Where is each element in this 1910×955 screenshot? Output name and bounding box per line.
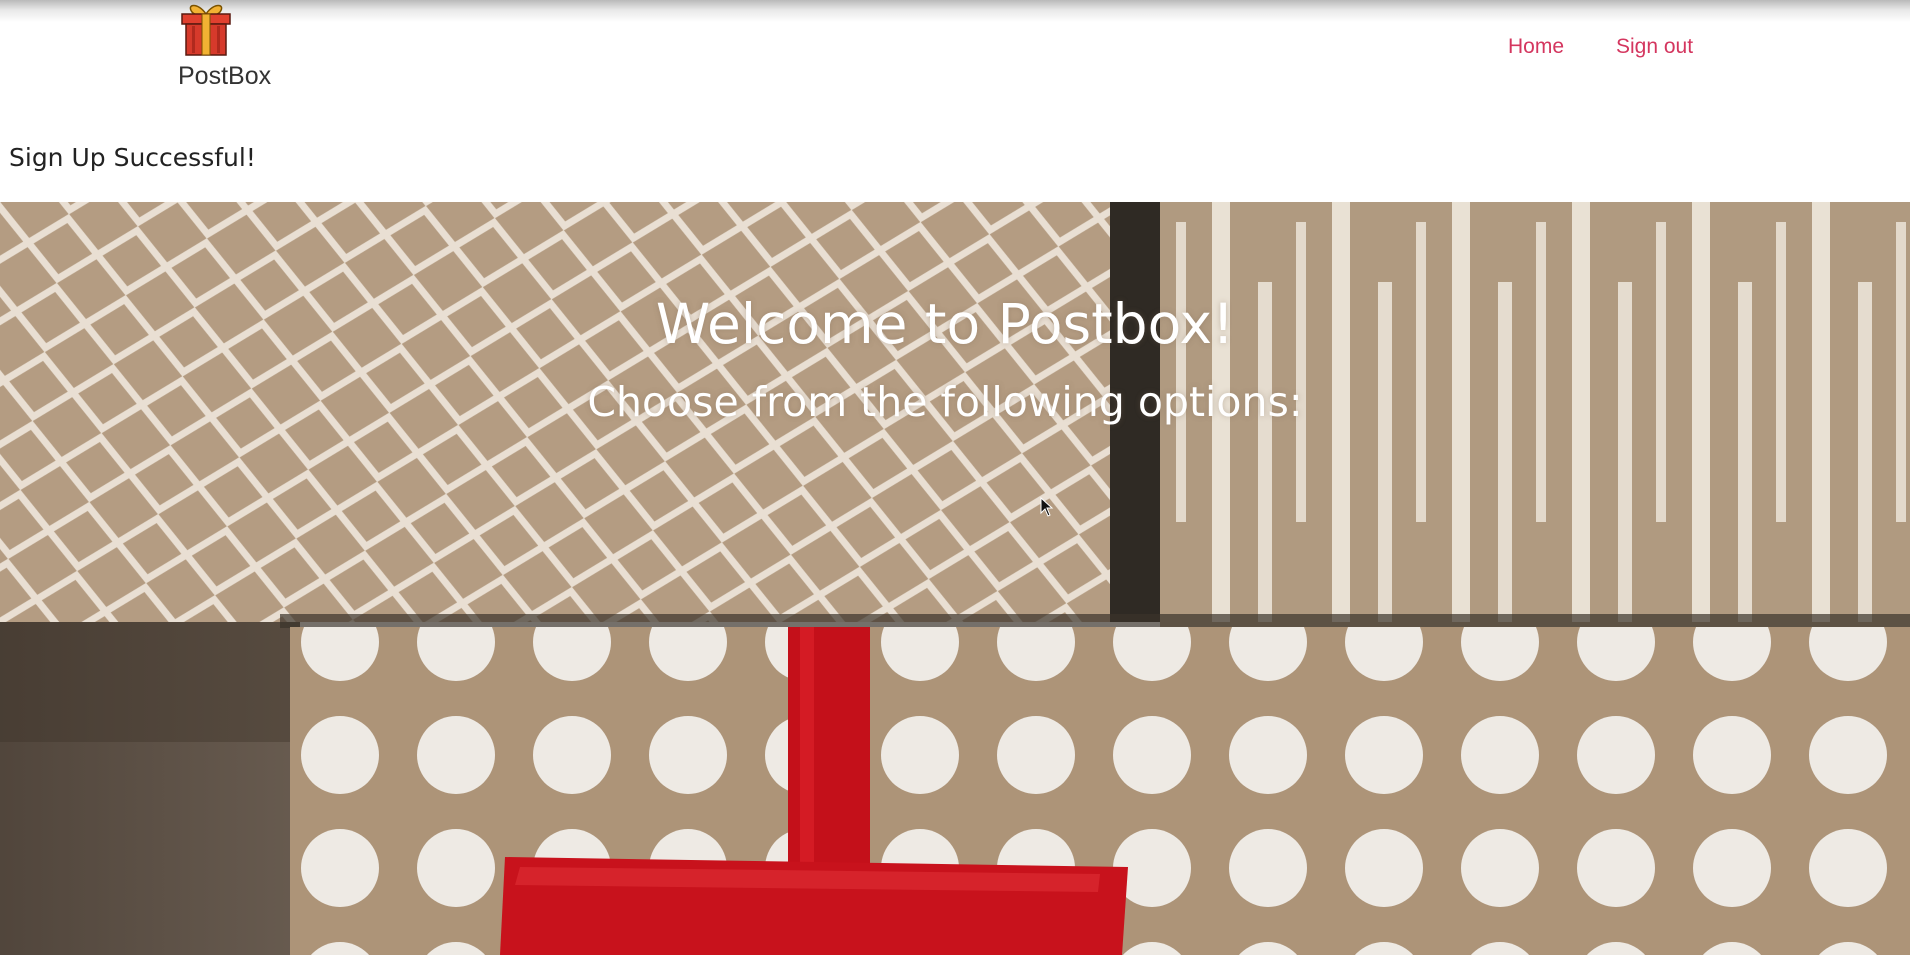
flash-message: Sign Up Successful! [9,143,256,172]
hero-title: Welcome to Postbox! [655,292,1235,356]
nav-home-link[interactable]: Home [1508,35,1564,59]
brand-name[interactable]: PostBox [178,62,271,91]
hero-banner: Welcome to Postbox! Choose from the foll… [0,202,1910,955]
hero-subtitle: Choose from the following options: [587,378,1303,426]
navbar: PostBox Home Sign out [0,0,1910,108]
gift-icon [176,0,236,58]
nav-signout-link[interactable]: Sign out [1616,35,1693,59]
